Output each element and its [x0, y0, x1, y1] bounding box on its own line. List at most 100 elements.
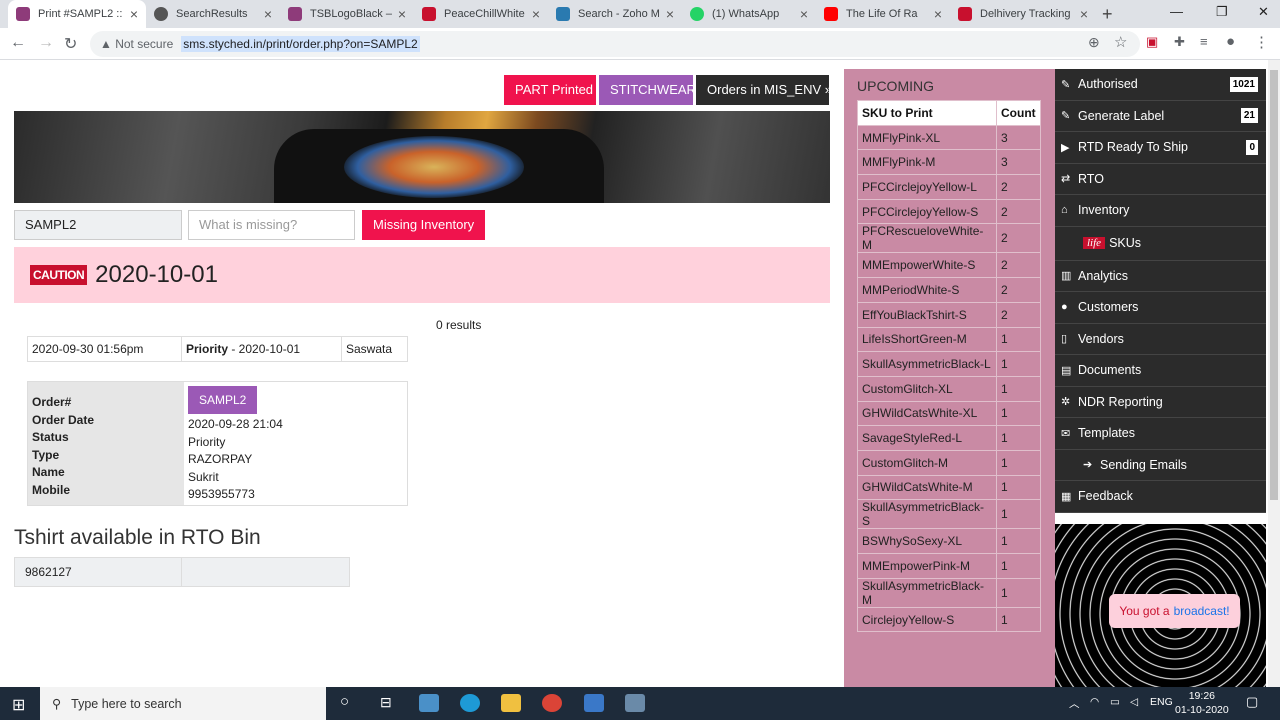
browser-tab[interactable]: Delhivery Tracking ×: [950, 0, 1096, 28]
count-badge: 21: [1240, 108, 1258, 124]
new-tab-button[interactable]: +: [1102, 4, 1113, 25]
table-header-row: SKU to Print Count: [857, 100, 1041, 126]
clock[interactable]: 19:26 01-10-2020: [1175, 689, 1229, 717]
table-row: PFCRescueloveWhite-M 2: [857, 223, 1041, 254]
menu-item-rtd-ready[interactable]: ▶ RTD Ready To Ship 0: [1055, 132, 1266, 164]
browser-tab-strip: Print #SAMPL2 :: S × SearchResults × TSB…: [0, 0, 1280, 28]
close-tab-icon[interactable]: ×: [398, 6, 406, 22]
browser-tab[interactable]: PeaceChillWhite – ×: [414, 0, 548, 28]
orders-mis-button[interactable]: Orders in MIS_ENV »: [696, 75, 832, 105]
table-row: PFCCirclejoyYellow-S 2: [857, 198, 1041, 225]
missing-inventory-button[interactable]: Missing Inventory: [362, 210, 486, 240]
extension-icon[interactable]: ▣: [1146, 34, 1158, 50]
cortana-icon[interactable]: ○: [340, 693, 349, 710]
close-tab-icon[interactable]: ×: [264, 6, 272, 22]
show-hidden-icons[interactable]: ︿: [1069, 696, 1080, 711]
battery-icon[interactable]: ▭: [1110, 696, 1120, 708]
omnibox[interactable]: ▲ Not secure sms.styched.in/print/order.…: [90, 31, 1140, 57]
browser-tab[interactable]: The Life Of Ra ×: [816, 0, 950, 28]
stitchwear-button[interactable]: STITCHWEAR: [599, 75, 696, 105]
truck-icon: ▶: [1061, 141, 1070, 154]
table-row: MMFlyPink-M 3: [857, 149, 1041, 176]
menu-item-ndr-reporting[interactable]: ✲ NDR Reporting: [1055, 386, 1266, 418]
part-printed-button[interactable]: PART Printed: [504, 75, 596, 105]
bookmark-star-icon[interactable]: ☆: [1114, 33, 1127, 51]
close-tab-icon[interactable]: ×: [532, 6, 540, 22]
caution-badge: CAUTION: [30, 265, 88, 285]
chrome-icon[interactable]: [542, 694, 562, 712]
task-view-icon[interactable]: ⊟: [380, 694, 392, 711]
missing-item-input[interactable]: What is missing?: [188, 210, 355, 240]
menu-item-feedback[interactable]: ▦ Feedback: [1055, 481, 1266, 513]
close-tab-icon[interactable]: ×: [800, 6, 808, 22]
menu-item-authorised[interactable]: ✎ Authorised 1021: [1055, 69, 1266, 101]
more-menu-icon[interactable]: ⋮: [1254, 33, 1269, 51]
order-number-chip[interactable]: SAMPL2: [188, 386, 258, 414]
menu-item-life-skus[interactable]: life SKUs: [1055, 226, 1266, 261]
sku-count-cell: 1: [996, 351, 1041, 377]
menu-item-inventory[interactable]: ⌂ Inventory: [1055, 195, 1266, 227]
media-icon[interactable]: ≡: [1200, 34, 1208, 49]
sku-count-cell: 2: [996, 252, 1041, 279]
browser-tab[interactable]: TSBLogoBlack – St ×: [280, 0, 414, 28]
taskbar-search[interactable]: ⚲ Type here to search: [40, 687, 326, 720]
url-text[interactable]: sms.styched.in/print/order.php?on=SAMPL2: [181, 36, 420, 52]
broadcast-link[interactable]: broadcast!: [1174, 604, 1230, 618]
mobile-value: 9953955773: [188, 487, 255, 501]
table-row: LifeIsShortGreen-M 1: [857, 326, 1041, 353]
menu-label: Documents: [1078, 363, 1142, 378]
profile-icon[interactable]: ●: [1226, 33, 1235, 50]
close-window-icon[interactable]: ✕: [1258, 4, 1269, 20]
close-tab-icon[interactable]: ×: [666, 6, 674, 22]
menu-label: Sending Emails: [1100, 457, 1187, 472]
scrollbar-thumb[interactable]: [1270, 70, 1278, 500]
photos-icon[interactable]: [584, 694, 604, 712]
app-icon[interactable]: [625, 694, 645, 712]
menu-item-analytics[interactable]: ▥ Analytics: [1055, 260, 1266, 292]
menu-item-customers[interactable]: ● Customers: [1055, 292, 1266, 324]
skype-icon[interactable]: [460, 694, 480, 712]
menu-item-rto[interactable]: ⇄ RTO: [1055, 163, 1266, 195]
file-explorer-icon[interactable]: [501, 694, 521, 712]
windows-start-icon[interactable]: ⊞: [12, 695, 25, 715]
close-tab-icon[interactable]: ×: [1080, 6, 1088, 22]
list-icon: ▤: [1061, 364, 1072, 377]
minimize-icon[interactable]: —: [1170, 4, 1183, 19]
menu-item-sending-emails[interactable]: ➔ Sending Emails: [1055, 449, 1266, 481]
extensions-puzzle-icon[interactable]: ✚: [1174, 34, 1185, 50]
page-scrollbar[interactable]: [1268, 60, 1280, 687]
reload-icon[interactable]: ↻: [64, 34, 77, 54]
sku-count-cell: 1: [996, 375, 1041, 402]
browser-tab[interactable]: Print #SAMPL2 :: S ×: [8, 0, 146, 28]
sku-column-header: SKU to Print: [857, 100, 997, 126]
menu-item-vendors[interactable]: ▯ Vendors: [1055, 323, 1266, 355]
table-row: CirclejoyYellow-S 1: [857, 606, 1041, 633]
status-value: Priority: [188, 434, 226, 449]
menu-item-templates[interactable]: ✉ Templates: [1055, 418, 1266, 450]
close-tab-icon[interactable]: ×: [934, 6, 942, 22]
browser-tab[interactable]: SearchResults ×: [146, 0, 280, 28]
volume-icon[interactable]: ◁: [1130, 696, 1138, 708]
language-indicator[interactable]: ENG: [1150, 696, 1173, 708]
sku-count-cell: 1: [996, 577, 1041, 608]
notifications-icon[interactable]: ▢: [1246, 694, 1258, 710]
broadcast-toast[interactable]: You got a broadcast!: [1109, 594, 1240, 628]
order-labels: Order# Order Date Status Type Name Mobil…: [28, 382, 184, 505]
order-number-field[interactable]: SAMPL2: [14, 210, 182, 240]
maximize-icon[interactable]: ❐: [1216, 4, 1228, 20]
menu-item-generate-label[interactable]: ✎ Generate Label 21: [1055, 100, 1266, 132]
zoom-icon[interactable]: ⊕: [1088, 34, 1100, 51]
close-tab-icon[interactable]: ×: [130, 6, 138, 22]
browser-tab[interactable]: Search - Zoho Mai ×: [548, 0, 682, 28]
menu-label: Customers: [1078, 300, 1139, 315]
sku-name-cell: EffYouBlackTshirt-S: [857, 301, 997, 328]
menu-item-documents[interactable]: ▤ Documents: [1055, 355, 1266, 387]
table-row: MMEmpowerPink-M 1: [857, 553, 1041, 579]
back-icon[interactable]: ←: [10, 34, 26, 52]
browser-tab[interactable]: (1) WhatsApp ×: [682, 0, 816, 28]
sku-count-cell: 1: [996, 499, 1041, 530]
wifi-icon[interactable]: ◠: [1090, 696, 1099, 708]
app-icon[interactable]: [419, 694, 439, 712]
count-badge: 0: [1246, 139, 1258, 155]
forward-icon[interactable]: →: [38, 34, 54, 52]
